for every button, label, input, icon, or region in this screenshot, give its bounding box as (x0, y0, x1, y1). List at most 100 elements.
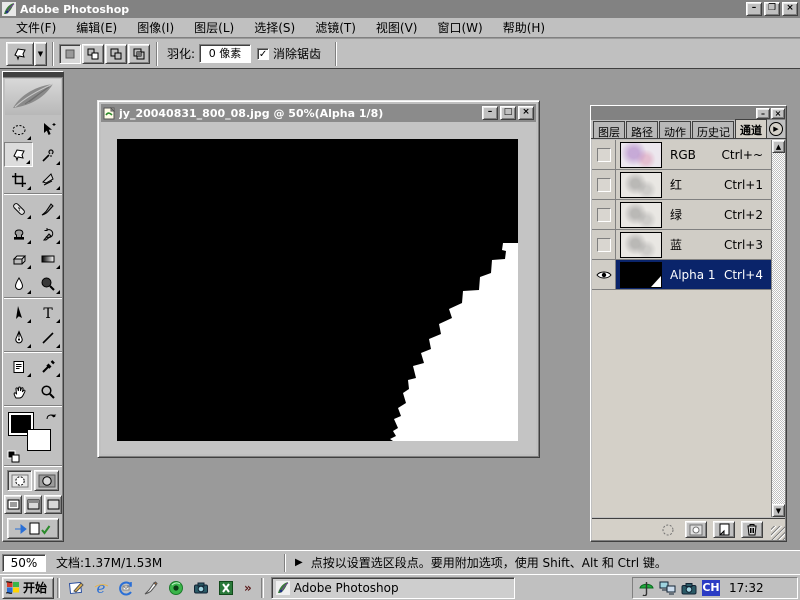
tool-slice[interactable] (33, 167, 62, 192)
channel-row-green[interactable]: 绿 Ctrl+2 (592, 200, 771, 230)
menu-select[interactable]: 选择(S) (244, 17, 305, 38)
channel-row-alpha1[interactable]: Alpha 1 Ctrl+4 (592, 260, 771, 290)
delete-channel-button[interactable] (741, 521, 763, 538)
internet-explorer-icon[interactable]: e (92, 579, 110, 597)
channel-row-red[interactable]: 红 Ctrl+1 (592, 170, 771, 200)
menu-view[interactable]: 视图(V) (366, 17, 428, 38)
tab-paths[interactable]: 路径 (626, 121, 658, 138)
tool-move[interactable] (33, 117, 62, 142)
intersect-selection-button[interactable] (128, 44, 150, 64)
doc-maximize-icon[interactable]: □ (500, 106, 516, 120)
standard-screen-mode-button[interactable] (4, 495, 22, 514)
menu-edit[interactable]: 编辑(E) (66, 17, 127, 38)
default-colors-icon[interactable] (7, 450, 20, 463)
input-method-indicator[interactable]: CH (702, 580, 720, 596)
scroll-up-icon[interactable]: ▲ (772, 140, 785, 153)
fullscreen-mode-button[interactable] (44, 495, 62, 514)
palette-scrollbar[interactable]: ▲ ▼ (771, 140, 785, 517)
palette-menu-icon[interactable]: ▶ (769, 122, 783, 136)
empty-eye-box[interactable] (597, 178, 611, 192)
zoom-level-input[interactable]: 50% (2, 554, 46, 572)
new-channel-button[interactable] (713, 521, 735, 538)
network-icon[interactable] (659, 581, 676, 595)
tool-eraser[interactable] (4, 246, 33, 271)
palette-titlebar[interactable]: – × (591, 106, 786, 120)
visibility-toggle[interactable] (592, 200, 616, 229)
palette-close-icon[interactable]: × (771, 108, 785, 119)
tool-line[interactable] (33, 325, 62, 350)
scanner-camera-icon[interactable] (681, 582, 697, 595)
new-selection-button[interactable] (59, 44, 81, 64)
visibility-toggle[interactable] (592, 170, 616, 199)
restore-icon[interactable]: ❐ (764, 2, 780, 16)
camera-icon[interactable] (192, 579, 210, 597)
tool-pen[interactable] (4, 325, 33, 350)
visibility-toggle[interactable] (592, 230, 616, 259)
menu-image[interactable]: 图像(I) (127, 17, 184, 38)
polygonal-lasso-icon[interactable] (6, 42, 34, 66)
close-icon[interactable]: × (782, 2, 798, 16)
tool-zoom[interactable] (33, 379, 62, 404)
palette-minimize-icon[interactable]: – (756, 108, 770, 119)
tab-history[interactable]: 历史记 (692, 121, 734, 138)
chevron-more-icon[interactable]: » (242, 581, 254, 595)
excel-icon[interactable] (217, 579, 235, 597)
swap-colors-icon[interactable] (45, 411, 59, 423)
taskbar-photoshop-button[interactable]: Adobe Photoshop (271, 577, 515, 599)
quick-mask-mode-button[interactable] (34, 470, 59, 491)
jump-to-imageready-button[interactable] (7, 518, 59, 539)
status-popup-arrow-icon[interactable]: ▶ (295, 557, 303, 568)
app-titlebar[interactable]: Adobe Photoshop – ❐ × (0, 0, 800, 18)
tool-blur[interactable] (4, 271, 33, 296)
menu-filter[interactable]: 滤镜(T) (305, 17, 366, 38)
feather-input[interactable]: 0 像素 (199, 44, 251, 63)
tool-eyedropper[interactable] (33, 354, 62, 379)
save-selection-as-channel-button[interactable] (685, 521, 707, 538)
paint-icon[interactable] (142, 579, 160, 597)
tool-elliptical-marquee[interactable] (4, 117, 33, 142)
tool-type[interactable]: T (33, 300, 62, 325)
image-canvas-alpha-channel[interactable] (117, 139, 518, 441)
document-size-indicator[interactable]: 文档:1.37M/1.53M (50, 554, 285, 572)
doc-minimize-icon[interactable]: – (482, 106, 498, 120)
standard-mode-button[interactable] (7, 470, 32, 491)
add-to-selection-button[interactable] (82, 44, 104, 64)
menu-window[interactable]: 窗口(W) (427, 17, 492, 38)
empty-eye-box[interactable] (597, 208, 611, 222)
antialias-checkbox[interactable]: ✓ (257, 48, 269, 60)
doc-close-icon[interactable]: × (518, 106, 534, 120)
menu-layer[interactable]: 图层(L) (184, 17, 244, 38)
tool-magic-wand[interactable] (33, 142, 62, 167)
tool-gradient[interactable] (33, 246, 62, 271)
tool-dodge[interactable] (33, 271, 62, 296)
taskbar-clock[interactable]: 17:32 (729, 581, 764, 595)
media-player-icon[interactable] (167, 579, 185, 597)
empty-eye-box[interactable] (597, 148, 611, 162)
channel-row-blue[interactable]: 蓝 Ctrl+3 (592, 230, 771, 260)
start-button[interactable]: 开始 (2, 577, 54, 599)
tool-hand[interactable] (4, 379, 33, 404)
tool-history-brush[interactable] (33, 221, 62, 246)
tool-crop[interactable] (4, 167, 33, 192)
tab-layers[interactable]: 图层 (593, 121, 625, 138)
scroll-down-icon[interactable]: ▼ (772, 504, 785, 517)
visibility-toggle[interactable] (592, 260, 616, 289)
tool-healing-brush[interactable] (4, 196, 33, 221)
fullscreen-with-menu-button[interactable] (24, 495, 42, 514)
load-channel-as-selection-button[interactable] (657, 521, 679, 538)
document-titlebar[interactable]: jy_20040831_800_08.jpg @ 50%(Alpha 1/8) … (101, 104, 536, 122)
tab-channels[interactable]: 通道 (735, 119, 767, 138)
tab-actions[interactable]: 动作 (659, 121, 691, 138)
tool-clone-stamp[interactable] (4, 221, 33, 246)
tool-polygonal-lasso[interactable] (4, 142, 33, 167)
tool-path-selection[interactable] (4, 300, 33, 325)
tool-preset-picker[interactable]: ▼ (6, 42, 47, 66)
visibility-toggle[interactable] (592, 140, 616, 169)
chevron-down-icon[interactable]: ▼ (34, 42, 47, 66)
channel-row-rgb[interactable]: RGB Ctrl+~ (592, 140, 771, 170)
photoshop-feather-logo[interactable] (5, 79, 61, 115)
toolbox-drag-bar[interactable] (3, 72, 63, 78)
menu-file[interactable]: 文件(F) (6, 17, 66, 38)
minimize-icon[interactable]: – (746, 2, 762, 16)
tool-notes[interactable] (4, 354, 33, 379)
